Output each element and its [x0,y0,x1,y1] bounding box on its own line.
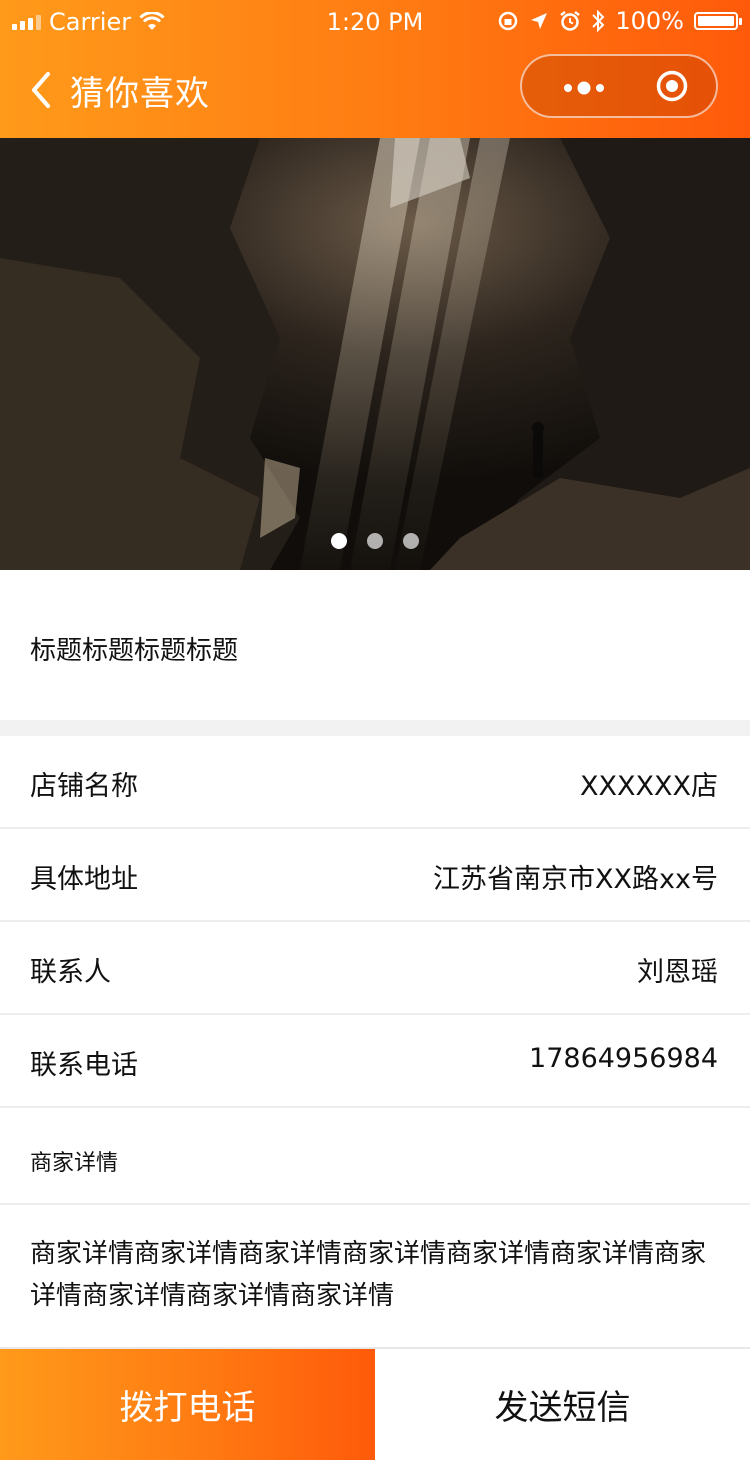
back-arrow-icon[interactable] [28,70,58,110]
bluetooth-icon [592,9,605,33]
carousel-indicator [0,533,750,549]
battery-icon [694,12,742,30]
image-carousel[interactable] [0,138,750,570]
close-miniprogram-icon[interactable] [656,70,688,102]
phone-label: 联系电话 [30,1050,138,1081]
info-row-address: 具体地址 江苏省南京市XX路xx号 [0,829,750,922]
title-section: 标题标题标题标题 [0,570,750,720]
shop-name-label: 店铺名称 [30,771,138,802]
carousel-dot-3[interactable] [403,533,419,549]
merchant-details-header: 商家详情 [0,1112,750,1205]
info-row-phone: 联系电话 17864956984 [0,1015,750,1108]
alarm-icon [560,11,581,31]
address-value: 江苏省南京市XX路xx号 [433,864,718,895]
item-title: 标题标题标题标题 [30,636,239,666]
send-sms-button[interactable]: 发送短信 [375,1349,750,1460]
merchant-details-text: 商家详情商家详情商家详情商家详情商家详情商家详情商家详情商家详情商家详情商家详情 [30,1239,707,1311]
contact-label: 联系人 [30,957,111,988]
merchant-details-label: 商家详情 [30,1151,119,1176]
miniprogram-capsule [520,54,718,118]
nav-bar: 猜你喜欢 [0,44,750,138]
contact-value: 刘恩瑶 [637,957,718,988]
address-label: 具体地址 [30,864,138,895]
cave-light-rays-image [0,138,750,570]
rotation-lock-icon [499,11,518,31]
more-icon[interactable] [550,78,620,98]
battery-percent: 100% [615,7,684,35]
page-title: 猜你喜欢 [70,74,210,114]
call-button[interactable]: 拨打电话 [0,1349,375,1460]
phone-value: 17864956984 [529,1043,718,1074]
bottom-action-bar: 拨打电话 发送短信 [0,1347,750,1460]
carousel-dot-1[interactable] [331,533,347,549]
status-right: 100% [497,7,742,35]
info-row-shop-name: 店铺名称 XXXXXX店 [0,736,750,829]
status-bar: Carrier 1:20 PM 100% [0,0,750,44]
shop-name-value: XXXXXX店 [580,771,718,802]
location-icon [531,13,548,29]
section-divider [0,720,750,736]
carousel-dot-2[interactable] [367,533,383,549]
info-row-contact: 联系人 刘恩瑶 [0,922,750,1015]
app-header: Carrier 1:20 PM 100% 猜你喜欢 [0,0,750,138]
